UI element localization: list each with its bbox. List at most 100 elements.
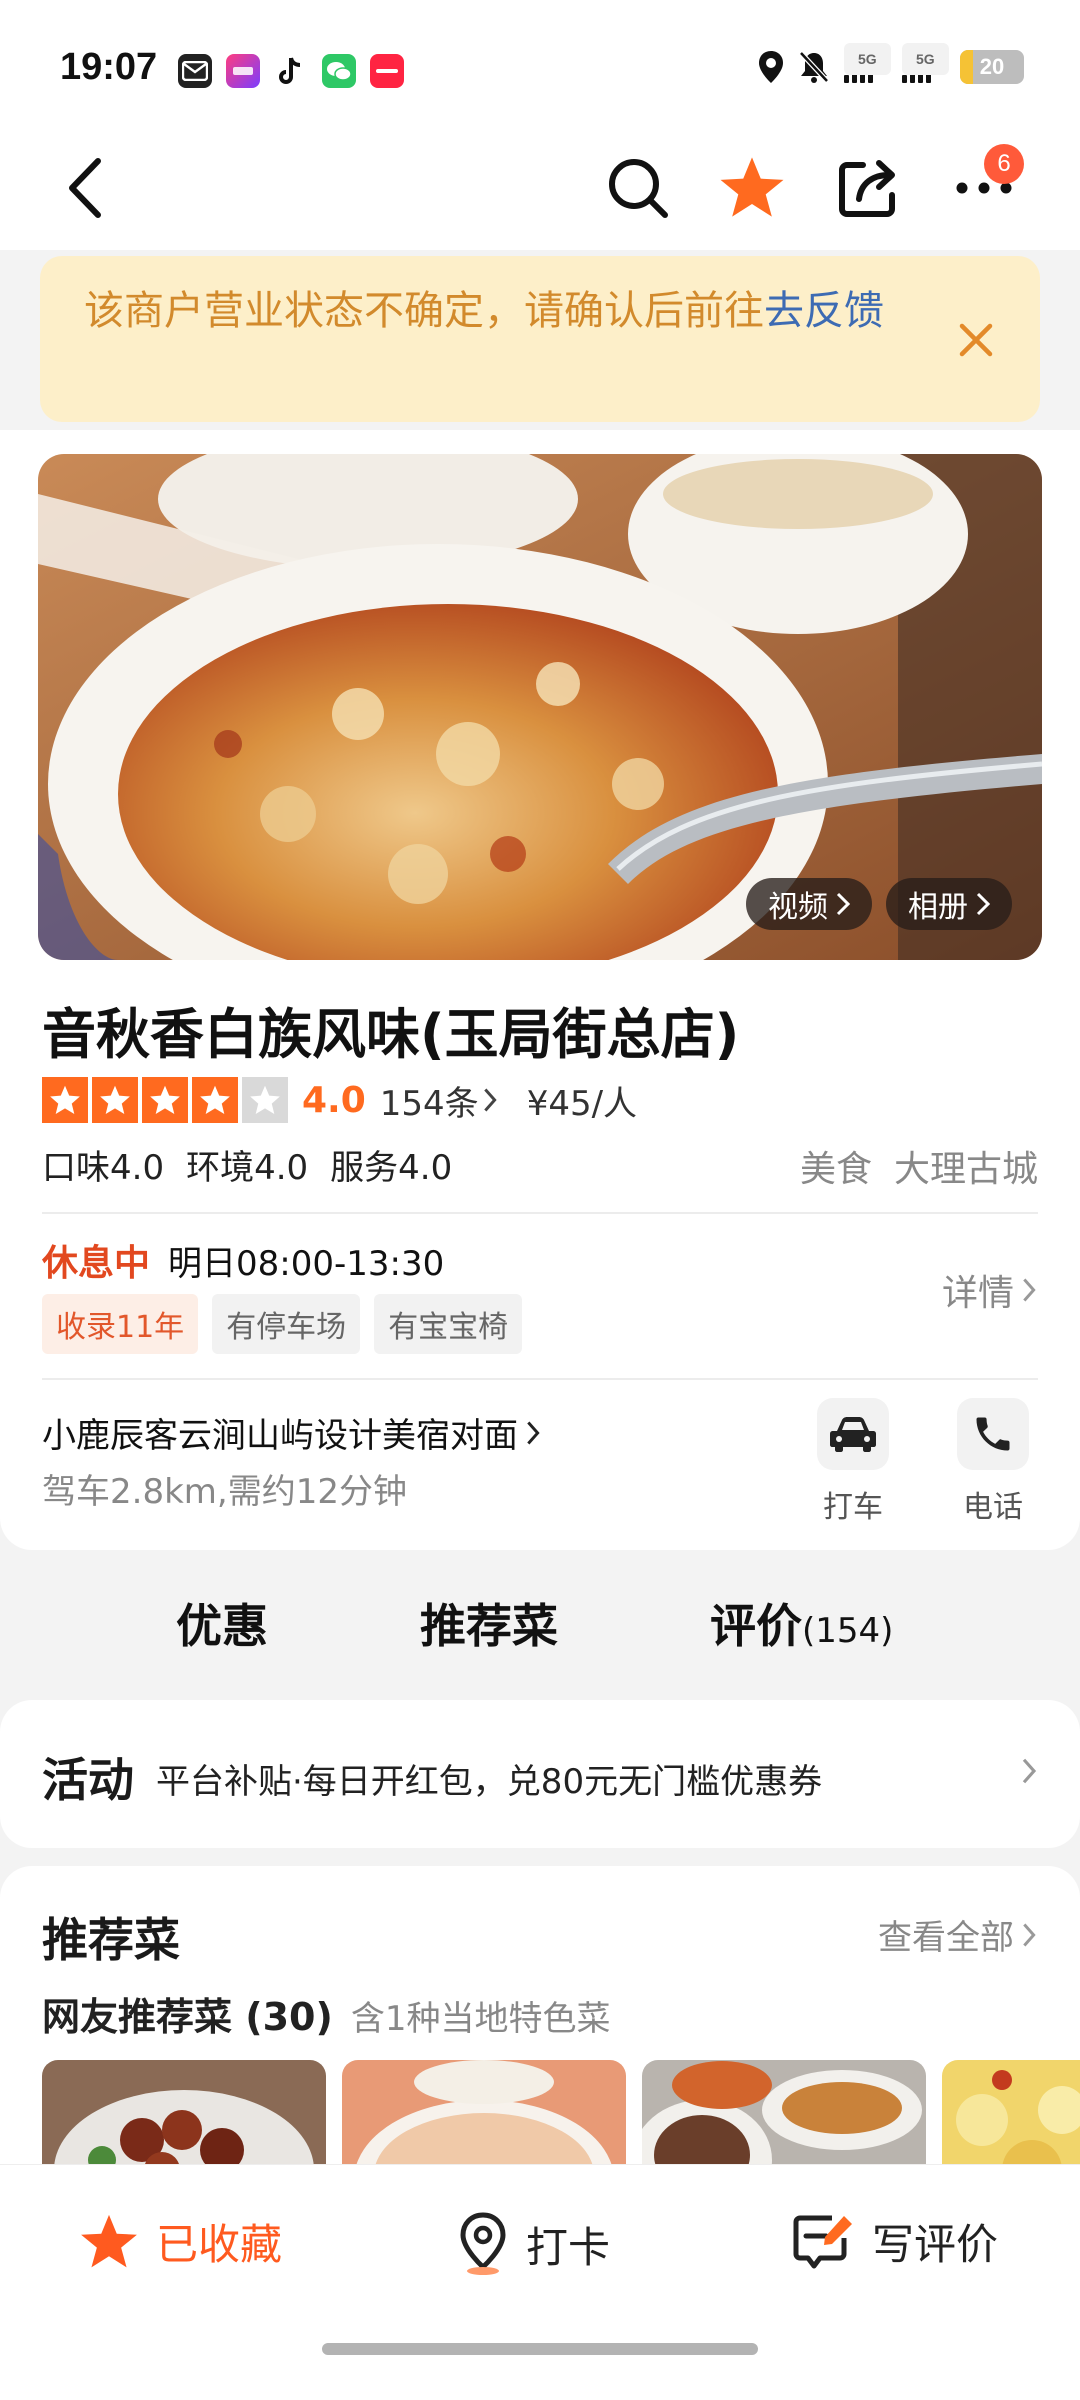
bottom-action-bar: 已收藏 打卡 写评价 (0, 2164, 1080, 2400)
tab-recommended-dishes[interactable]: 推荐菜 (420, 1590, 558, 1656)
dish-image (42, 2060, 326, 2166)
location-pin-icon (460, 2212, 506, 2275)
category-label[interactable]: 美食 (800, 1140, 872, 1192)
tab-offers[interactable]: 优惠 (176, 1590, 268, 1656)
recommend-title: 推荐菜 (42, 1913, 180, 1967)
divider (42, 1378, 1038, 1380)
dish-image (942, 2060, 1080, 2166)
favorite-button[interactable] (712, 148, 792, 228)
phone-label: 电话 (963, 1490, 1023, 1525)
location-icon (759, 51, 783, 83)
share-button[interactable] (828, 148, 908, 228)
favorited-label: 已收藏 (156, 2220, 283, 2269)
star-filled-icon (720, 157, 784, 217)
feedback-link[interactable]: 去反馈 (764, 288, 884, 334)
taste-score: 口味4.0 (42, 1148, 165, 1188)
area-label[interactable]: 大理古城 (894, 1140, 1038, 1192)
status-bar: 19:07 5G 5G 20 (0, 0, 1080, 130)
car-icon (830, 1417, 876, 1452)
back-button[interactable] (44, 148, 124, 228)
phone-button[interactable]: 电话 (956, 1398, 1030, 1526)
hours-time: 明日08:00-13:30 (168, 1243, 445, 1284)
open-status: 休息中 (42, 1243, 151, 1284)
section-tabs: 优惠 推荐菜 评价(154) (0, 1590, 1080, 1680)
status-time: 19:07 (60, 46, 158, 88)
notice-text: 该商户营业状态不确定，请确认后前往去反馈 (84, 288, 884, 334)
service-score: 服务4.0 (330, 1148, 453, 1188)
dish-photo[interactable] (42, 2060, 326, 2166)
recommend-subtitle: 网友推荐菜 (30) 含1种当地特色菜 (42, 1995, 611, 2039)
environment-score: 环境4.0 (186, 1148, 309, 1188)
shop-name: 音秋香白族风味(玉局街总店) (42, 1003, 740, 1066)
album-button[interactable]: 相册 (886, 878, 1012, 930)
divider (42, 1212, 1038, 1214)
details-link[interactable]: 详情 (942, 1264, 1038, 1316)
search-icon (609, 159, 668, 218)
video-button[interactable]: 视频 (746, 878, 872, 930)
mail-icon (178, 54, 212, 88)
address-link[interactable]: 小鹿辰客云涧山屿设计美宿对面 (42, 1408, 542, 1457)
price-per-person: ¥45/人 (526, 1083, 638, 1124)
back-arrow-icon (69, 158, 101, 218)
feature-tags: 收录11年 有停车场 有宝宝椅 (42, 1294, 523, 1354)
write-review-label: 写评价 (872, 2220, 999, 2269)
dish-photo[interactable] (342, 2060, 626, 2166)
chevron-right-icon (1022, 1758, 1037, 1784)
signal-1-icon: 5G (844, 43, 891, 83)
star-filled-icon (42, 1077, 88, 1123)
more-button[interactable]: 6 (944, 144, 1024, 228)
battery-indicator: 20 (960, 50, 1024, 84)
star-filled-icon (192, 1077, 238, 1123)
food-photo-image (38, 454, 1042, 960)
star-rating (42, 1077, 288, 1123)
review-count-link[interactable]: 154条 (380, 1076, 501, 1125)
chevron-right-icon (483, 1088, 497, 1112)
tiktok-icon (274, 54, 308, 88)
checkin-label: 打卡 (526, 2222, 611, 2272)
checkin-button[interactable]: 打卡 (456, 2211, 610, 2277)
sub-scores: 口味4.0 环境4.0 服务4.0 (42, 1140, 452, 1189)
activity-title: 活动 (42, 1753, 134, 1807)
close-icon (959, 323, 993, 357)
edit-review-icon (793, 2215, 852, 2268)
recommended-dishes-section: 推荐菜 查看全部 网友推荐菜 (30) 含1种当地特色菜 (0, 1866, 1080, 2166)
home-indicator[interactable] (322, 2343, 758, 2355)
dish-photo[interactable] (642, 2060, 926, 2166)
mute-bell-icon (799, 51, 829, 83)
chevron-right-icon (1023, 1278, 1036, 1302)
view-all-link[interactable]: 查看全部 (878, 1910, 1038, 1959)
taxi-button[interactable]: 打车 (816, 1398, 890, 1526)
rating-score: 4.0 (302, 1079, 366, 1121)
drive-info: 驾车2.8km,需约12分钟 (42, 1472, 407, 1512)
activity-text: 平台补贴·每日开红包，兑80元无门槛优惠券 (156, 1762, 823, 1802)
star-filled-icon (142, 1077, 188, 1123)
chevron-right-icon (976, 892, 990, 916)
address-text: 小鹿辰客云涧山屿设计美宿对面 (42, 1416, 518, 1456)
dish-image (342, 2060, 626, 2166)
more-badge: 6 (984, 144, 1024, 184)
dish-photo[interactable] (942, 2060, 1080, 2166)
search-button[interactable] (598, 148, 678, 228)
phone-icon (976, 1417, 1010, 1451)
listed-years-tag: 收录11年 (42, 1294, 199, 1354)
chevron-right-icon (1023, 1923, 1036, 1946)
chevron-right-icon (527, 1421, 540, 1444)
favorited-button[interactable]: 已收藏 (78, 2211, 282, 2272)
baby-chair-tag: 有宝宝椅 (374, 1294, 523, 1354)
write-review-button[interactable]: 写评价 (792, 2211, 998, 2272)
signal-2-icon: 5G (902, 43, 949, 83)
shop-photo[interactable]: 视频 相册 (38, 454, 1042, 960)
taxi-label: 打车 (823, 1490, 883, 1525)
share-icon (839, 160, 895, 217)
parking-tag: 有停车场 (212, 1294, 361, 1354)
bank-app-icon (226, 54, 260, 88)
tab-reviews[interactable]: 评价(154) (710, 1590, 893, 1656)
category-area: 美食 大理古城 (800, 1140, 1038, 1192)
top-nav-bar: 6 (0, 130, 1080, 250)
notice-close-button[interactable] (948, 312, 1004, 368)
rating-row: 4.0 154条 ¥45/人 (42, 1074, 637, 1126)
status-app-icons (178, 54, 404, 88)
activity-row[interactable]: 活动 平台补贴·每日开红包，兑80元无门槛优惠券 (0, 1700, 1080, 1848)
star-empty-icon (242, 1077, 288, 1123)
status-indicators: 5G 5G 20 (758, 43, 1024, 84)
